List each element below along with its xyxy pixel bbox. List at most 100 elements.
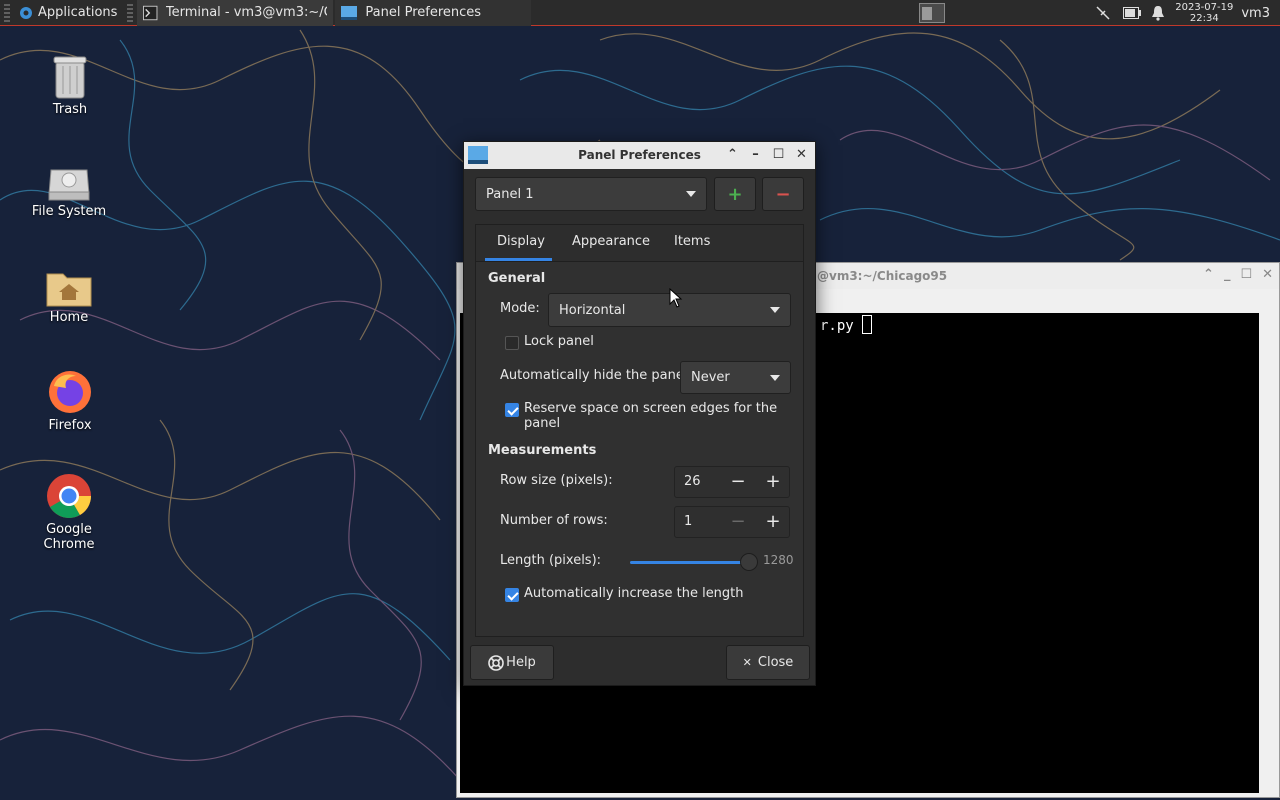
desktop-icon-chrome[interactable]: Google Chrome [21,472,117,552]
rows-label: Number of rows: [500,513,608,528]
lock-panel-label[interactable]: Lock panel [524,334,594,349]
task-panel-preferences[interactable]: Panel Preferences [335,0,532,26]
increment-icon[interactable]: + [760,510,786,534]
remove-panel-button[interactable]: − [762,177,804,211]
panel-right-area: 2023-07-19 22:34 vm3 [919,0,1280,26]
chevron-down-icon [770,307,780,313]
close-label: Close [757,655,794,670]
user-menu[interactable]: vm3 [1241,6,1270,21]
panel-separator [127,3,134,22]
dialog-title: Panel Preferences [578,148,701,162]
plus-icon: + [727,183,743,205]
general-heading: General [488,271,546,286]
mode-value: Horizontal [559,302,626,318]
notification-bell-icon[interactable] [1151,5,1165,21]
terminal-line-text: r.py [820,318,854,334]
terminal-line: r.py [820,315,872,334]
chevron-down-icon [770,374,780,381]
applications-label: Applications [38,5,118,20]
panel-preferences-icon [341,5,358,20]
row-size-spinbutton[interactable]: 26 − + [674,466,790,498]
auto-length-label[interactable]: Automatically increase the length [524,586,744,601]
terminal-scrollbar[interactable] [1262,313,1276,793]
tab-display[interactable]: Display [497,234,545,249]
shade-icon[interactable]: ⌃ [725,142,740,168]
row-size-value[interactable]: 26 [684,474,701,489]
shade-icon[interactable]: ⌃ [1203,267,1214,282]
desktop-icon-label: Trash [52,102,88,117]
mode-label: Mode: [500,301,540,316]
length-slider-handle[interactable] [740,553,758,571]
rows-spinbutton[interactable]: 1 − + [674,506,790,538]
close-icon: ✕ [742,656,752,669]
network-disconnected-icon[interactable] [1095,5,1111,21]
close-icon[interactable]: ✕ [794,142,809,168]
mouse-pointer-icon [669,288,683,308]
desktop-icon-file-system[interactable]: File System [21,162,117,219]
clock[interactable]: 2023-07-19 22:34 [1175,2,1233,24]
desktop-icon-label: Google Chrome [43,522,95,552]
dialog-window-controls: ⌃ – ☐ ✕ [725,142,809,168]
battery-icon[interactable] [1123,7,1142,19]
close-button[interactable]: ✕ Close [726,645,810,680]
help-button[interactable]: Help [470,645,554,680]
desktop-icon-firefox[interactable]: Firefox [22,368,118,433]
active-tab-indicator [485,258,552,261]
desktop-icon-label: Home [49,310,89,325]
length-value: 1280 [763,553,794,567]
maximize-icon[interactable]: ☐ [771,142,786,168]
rows-value[interactable]: 1 [684,514,692,529]
panel-preferences-icon [468,146,488,164]
decrement-icon: − [730,511,746,532]
increment-icon[interactable]: + [760,470,786,494]
panel-select[interactable]: Panel 1 [475,177,707,211]
reserve-space-label[interactable]: Reserve space on screen edges for the pa… [524,401,815,431]
terminal-window-controls: ⌃ _ ☐ ✕ [1203,267,1273,282]
dialog-titlebar[interactable]: Panel Preferences ⌃ – ☐ ✕ [464,142,815,169]
task-label: Terminal - vm3@vm3:~/C... [165,5,328,20]
desktop-icon-label: File System [31,204,107,219]
tab-items[interactable]: Items [674,234,710,249]
desktop-icon-home[interactable]: Home [21,268,117,325]
close-icon[interactable]: ✕ [1262,267,1273,282]
clock-date: 2023-07-19 [1175,2,1234,13]
lock-panel-checkbox[interactable] [505,336,519,350]
terminal-title: @vm3:~/Chicago95 [817,269,948,283]
minimize-icon[interactable]: _ [1224,267,1231,282]
length-label: Length (pixels): [500,553,602,568]
autohide-select[interactable]: Never [680,361,791,394]
chevron-down-icon [686,191,696,197]
decrement-icon[interactable]: − [725,470,751,494]
terminal-icon [143,5,158,20]
home-folder-icon [46,273,92,307]
terminal-cursor [861,315,872,334]
row-size-label: Row size (pixels): [500,473,613,488]
panel-preferences-dialog: Panel Preferences ⌃ – ☐ ✕ Panel 1 + − Di… [463,141,816,686]
desktop-icon-trash[interactable]: Trash [22,54,118,117]
auto-length-checkbox[interactable] [505,588,519,602]
tab-bar: Display Appearance Items [476,225,803,262]
maximize-icon[interactable]: ☐ [1240,267,1252,282]
applications-menu[interactable]: Applications [12,0,123,26]
help-icon [488,654,504,671]
add-panel-button[interactable]: + [714,177,756,211]
reserve-space-checkbox[interactable] [505,403,519,417]
panel-handle[interactable] [4,3,10,22]
firefox-icon [49,371,91,413]
minimize-icon[interactable]: – [748,142,763,168]
clock-time: 22:34 [1189,13,1219,24]
trash-icon [53,56,87,99]
drive-icon [48,169,90,201]
minus-icon: − [775,183,791,205]
task-terminal[interactable]: Terminal - vm3@vm3:~/C... [137,0,334,26]
measurements-heading: Measurements [488,443,597,458]
length-slider-track[interactable] [630,561,750,564]
tab-appearance[interactable]: Appearance [572,234,650,249]
desktop-icon-label: Firefox [48,418,92,433]
task-label: Panel Preferences [365,5,482,20]
workspace-switcher-icon[interactable] [919,3,946,23]
top-panel: Applications Terminal - vm3@vm3:~/C... P… [0,0,1280,26]
autohide-value: Never [691,370,730,385]
panel-select-value: Panel 1 [486,186,534,202]
help-label: Help [506,655,536,670]
